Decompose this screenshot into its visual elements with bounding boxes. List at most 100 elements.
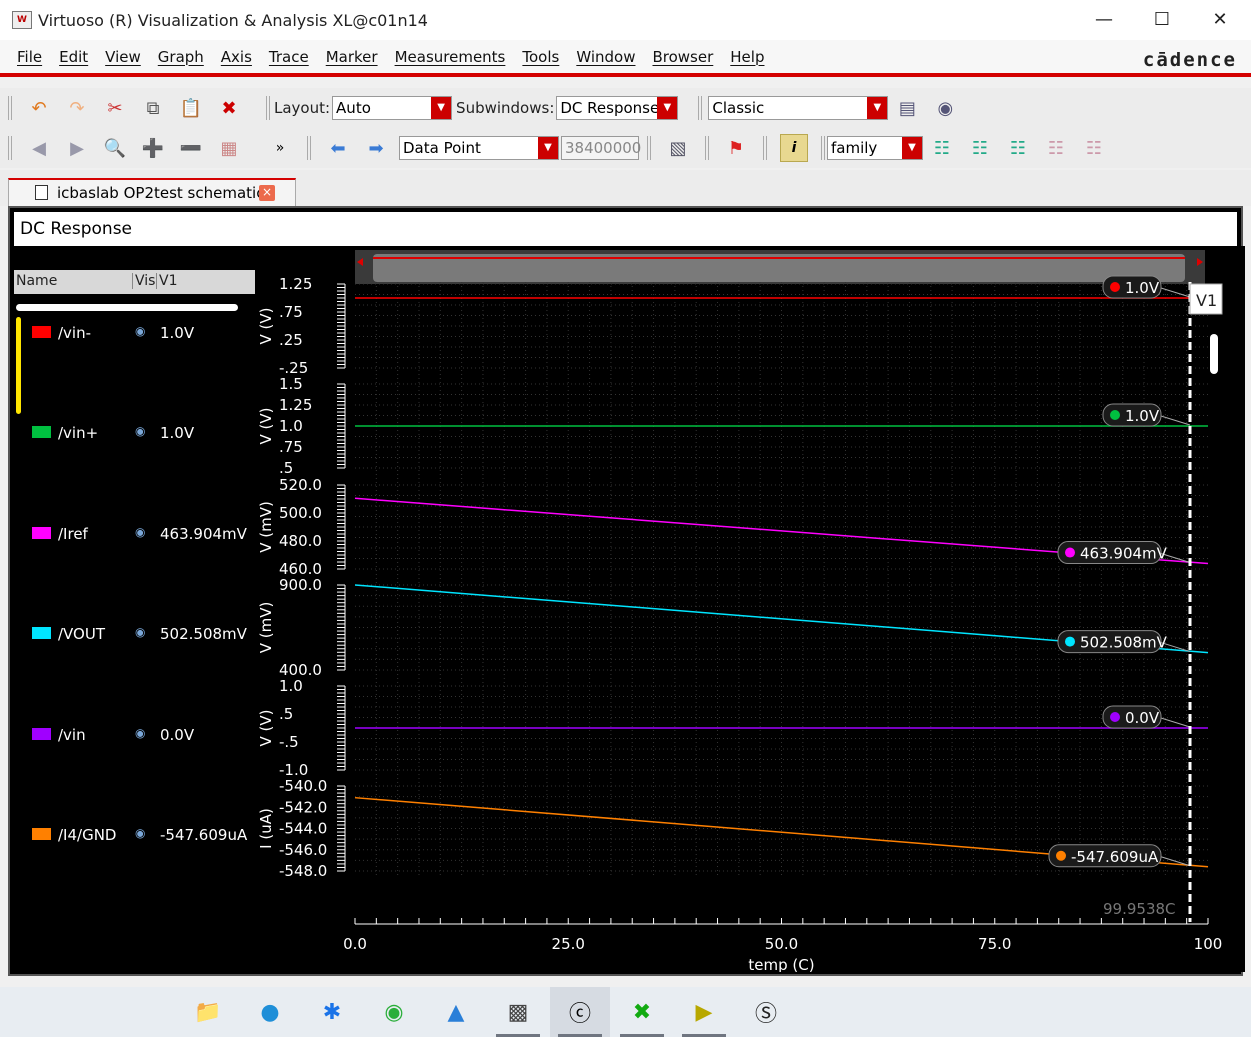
plot-svg[interactable]: 1.25.75.25-.25V (V)1.0V1.51.251.0.75.5V …: [255, 246, 1245, 974]
menu-measurements[interactable]: Measurements: [395, 48, 506, 66]
add-chart-icon[interactable]: ☷: [1042, 134, 1070, 162]
legend-row[interactable]: /vin- ◉ 1.0V: [14, 322, 255, 344]
more-chevron-icon[interactable]: »: [266, 134, 294, 162]
menu-help[interactable]: Help: [730, 48, 764, 66]
marker-dot: [1110, 282, 1120, 292]
refresh-chart-icon[interactable]: ☷: [1080, 134, 1108, 162]
menu-trace[interactable]: Trace: [269, 48, 309, 66]
subwindows-select[interactable]: DC Response ▼: [556, 96, 679, 120]
visibility-eye-icon[interactable]: ◉: [135, 826, 145, 840]
minimize-button[interactable]: —: [1075, 0, 1133, 40]
menu-file[interactable]: File: [17, 48, 42, 66]
menu-marker[interactable]: Marker: [326, 48, 378, 66]
flag-icon[interactable]: ⚑: [722, 134, 750, 162]
back-icon[interactable]: ◀: [25, 134, 53, 162]
legend-row[interactable]: /Iref ◉ 463.904mV: [14, 523, 255, 545]
typora-icon[interactable]: Ⓢ: [736, 987, 796, 1037]
xming-icon[interactable]: ✖: [612, 987, 672, 1037]
trace-color-swatch[interactable]: [32, 527, 51, 539]
toolbar-grip[interactable]: [266, 96, 270, 120]
forward-icon[interactable]: ▶: [63, 134, 91, 162]
toolbar-grip[interactable]: [8, 96, 12, 120]
menu-window[interactable]: Window: [576, 48, 635, 66]
baidu-netdisk-icon[interactable]: ✱: [302, 987, 362, 1037]
menu-axis[interactable]: Axis: [221, 48, 252, 66]
toolbar-grip[interactable]: [705, 136, 709, 160]
legend-header: Name Vis V1: [14, 270, 255, 294]
menu-graph[interactable]: Graph: [158, 48, 204, 66]
trace-color-swatch[interactable]: [32, 627, 51, 639]
marker-mode-select[interactable]: Data Point ▼: [399, 136, 559, 160]
zoom-fit-icon[interactable]: 🔍: [101, 134, 129, 162]
maximize-button[interactable]: ☐: [1133, 0, 1191, 40]
redo-icon[interactable]: ↷: [63, 94, 91, 122]
legend-row[interactable]: /I4/GND ◉ -547.609uA: [14, 824, 255, 846]
toolbar-grip[interactable]: [307, 136, 311, 160]
tab-schematic[interactable]: icbaslab OP2test schematic ×: [8, 178, 296, 206]
toolbar-grip[interactable]: [647, 136, 651, 160]
file-explorer-icon[interactable]: 📁: [178, 987, 238, 1037]
eye-window-icon[interactable]: ◉: [931, 94, 959, 122]
zoom-out-icon[interactable]: ➖: [177, 134, 205, 162]
delete-icon[interactable]: ✖: [215, 94, 243, 122]
trace-color-swatch[interactable]: [32, 828, 51, 840]
family-select[interactable]: family ▼: [827, 136, 923, 160]
chevron-down-icon[interactable]: ▼: [538, 137, 558, 159]
legend-row[interactable]: /vin+ ◉ 1.0V: [14, 422, 255, 444]
visibility-eye-icon[interactable]: ◉: [135, 625, 145, 639]
photos-icon[interactable]: ▲: [426, 987, 486, 1037]
previous-point-icon[interactable]: ⬅: [324, 134, 352, 162]
layout-value: Auto: [336, 99, 371, 117]
calculator-icon[interactable]: ▧: [664, 134, 692, 162]
copy-icon[interactable]: ⧉: [139, 94, 167, 122]
menu-edit[interactable]: Edit: [59, 48, 88, 66]
edge-icon[interactable]: ●: [240, 987, 300, 1037]
composite-chart-icon[interactable]: ☷: [966, 134, 994, 162]
strip-chart-icon[interactable]: ☷: [928, 134, 956, 162]
layout-select[interactable]: Auto ▼: [332, 96, 453, 120]
plot-area[interactable]: 1.25.75.25 -.25 V (V) 1.0V 1.5 1.25 1.0.75.5 V …: [255, 246, 1245, 974]
zoom-in-icon[interactable]: ➕: [139, 134, 167, 162]
close-tab-icon[interactable]: ×: [259, 185, 275, 201]
chevron-down-icon[interactable]: ▼: [902, 137, 922, 159]
visibility-eye-icon[interactable]: ◉: [135, 324, 145, 338]
next-point-icon[interactable]: ➡: [362, 134, 390, 162]
toolbar-grip[interactable]: [698, 96, 703, 120]
trace-color-swatch[interactable]: [32, 728, 51, 740]
menu-view[interactable]: View: [105, 48, 141, 66]
legend-row[interactable]: /vin ◉ 0.0V: [14, 724, 255, 746]
window-icon[interactable]: ▤: [893, 94, 921, 122]
visibility-eye-icon[interactable]: ◉: [135, 726, 145, 740]
y-scrollbar-thumb[interactable]: [1210, 334, 1218, 374]
legend-row[interactable]: /VOUT ◉ 502.508mV: [14, 623, 255, 645]
toolbar-grip[interactable]: [763, 136, 767, 160]
toolbar-grip[interactable]: [8, 136, 12, 160]
chevron-down-icon[interactable]: ▼: [867, 97, 888, 119]
undo-icon[interactable]: ↶: [25, 94, 53, 122]
split-chart-icon[interactable]: ☷: [1004, 134, 1032, 162]
trace-color-swatch[interactable]: [32, 426, 51, 438]
pdf-reader-icon[interactable]: ▶: [674, 987, 734, 1037]
toolbar-grip[interactable]: [821, 136, 825, 160]
chevron-down-icon[interactable]: ▼: [657, 97, 678, 119]
menu-tools[interactable]: Tools: [522, 48, 559, 66]
wechat-icon[interactable]: ◉: [364, 987, 424, 1037]
cadence-icon[interactable]: ⓒ: [550, 987, 610, 1037]
info-icon[interactable]: i: [780, 134, 808, 162]
style-value: Classic: [712, 99, 765, 117]
menu-browser[interactable]: Browser: [652, 48, 713, 66]
marker-dot: [1110, 410, 1120, 420]
close-window-button[interactable]: ✕: [1191, 0, 1249, 40]
visibility-eye-icon[interactable]: ◉: [135, 525, 145, 539]
chevron-down-icon[interactable]: ▼: [431, 97, 452, 119]
cut-icon[interactable]: ✂: [101, 94, 129, 122]
paste-icon[interactable]: 📋: [177, 94, 205, 122]
point-value-field[interactable]: 38400000: [561, 136, 641, 160]
legend-scrollbar[interactable]: [16, 304, 238, 311]
style-select[interactable]: Classic ▼: [708, 96, 889, 120]
visibility-eye-icon[interactable]: ◉: [135, 424, 145, 438]
y-tick-label: .5: [279, 459, 293, 477]
zoom-box-icon[interactable]: ▦: [215, 134, 243, 162]
terminal-icon[interactable]: ▩: [488, 987, 548, 1037]
trace-color-swatch[interactable]: [32, 326, 51, 338]
